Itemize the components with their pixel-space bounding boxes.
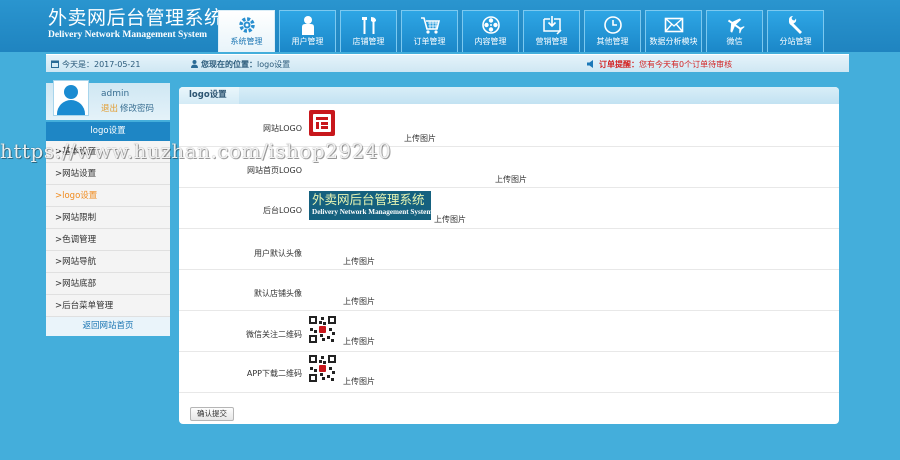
admin-logo-image: 外卖网后台管理系统 Delivery Network Management Sy…: [309, 191, 433, 220]
nav-marketing[interactable]: 营销管理: [523, 10, 580, 52]
upload-button[interactable]: 上传图片: [343, 376, 375, 387]
app-title-en: Delivery Network Management System: [48, 30, 208, 40]
nav-shops[interactable]: 店铺管理: [340, 10, 397, 52]
form-row-user-avatar: 用户默认头像 上传图片: [179, 229, 839, 270]
form-row-home-logo: 网站首页LOGO 上传图片: [179, 147, 839, 188]
field-label: 默认店铺头像: [254, 289, 302, 298]
panel-title: logo设置: [179, 87, 239, 104]
user-icon: [280, 11, 335, 36]
envelope-icon: [646, 11, 701, 36]
gear-icon: [219, 11, 274, 36]
nav-label: 数据分析模块: [649, 37, 698, 46]
field-label: 微信关注二维码: [246, 330, 302, 339]
download-box-icon: [524, 11, 579, 36]
sidebar-item-color-theme[interactable]: >色调管理: [46, 229, 170, 251]
nav-substations[interactable]: 分站管理: [767, 10, 824, 52]
field-label: 网站首页LOGO: [247, 166, 302, 175]
home-logo-image: [309, 151, 489, 171]
nav-users[interactable]: 用户管理: [279, 10, 336, 52]
logout-link[interactable]: 退出: [101, 104, 118, 114]
sidebar: admin 退出 修改密码 logo设置 >基本设置 >网站设置 >logo设置 …: [46, 80, 170, 343]
site-logo-image: [309, 110, 335, 136]
nav-orders[interactable]: 订单管理: [401, 10, 458, 52]
speaker-icon: [587, 60, 596, 70]
logo-settings-panel: logo设置 网站LOGO 上传图片 网站首页LOGO 上传图片 后台LOGO …: [179, 87, 839, 424]
info-bar: 今天是：2017-05-21 您现在的位置：logo设置 订单提醒：您有今天有0…: [46, 54, 849, 72]
breadcrumb-prefix: 您现在的位置：: [201, 60, 257, 69]
nav-analytics[interactable]: 数据分析模块: [645, 10, 702, 52]
tools-icon: [341, 11, 396, 36]
form-row-shop-avatar: 默认店铺头像 上传图片: [179, 270, 839, 311]
clock-icon: [585, 11, 640, 36]
submit-button[interactable]: 确认提交: [190, 407, 234, 421]
nav-label: 系统管理: [230, 37, 263, 46]
cart-icon: [402, 11, 457, 36]
notice-text: 您有今天有0个订单待审核: [639, 60, 733, 69]
sidebar-item-logo-settings[interactable]: >logo设置: [46, 185, 170, 207]
user-icon: [191, 60, 198, 70]
user-links: 退出 修改密码: [101, 102, 154, 114]
date-text: 今天是：2017-05-21: [62, 60, 141, 69]
airplane-icon: [707, 11, 762, 36]
nav-label: 用户管理: [291, 37, 324, 46]
form-row-site-logo: 网站LOGO 上传图片: [179, 104, 839, 147]
nav-system[interactable]: 系统管理: [218, 10, 275, 52]
upload-button[interactable]: 上传图片: [404, 133, 436, 144]
upload-button[interactable]: 上传图片: [495, 174, 527, 185]
admin-logo-text-cn: 外卖网后台管理系统: [312, 192, 425, 207]
nav-label: 店铺管理: [352, 37, 385, 46]
app-logo[interactable]: 外卖网后台管理系统 Delivery Network Management Sy…: [48, 7, 224, 41]
breadcrumb: 您现在的位置：logo设置: [191, 59, 290, 70]
user-panel: admin 退出 修改密码: [46, 80, 170, 120]
notice-prefix: 订单提醒：: [599, 60, 639, 69]
date-display: 今天是：2017-05-21: [51, 59, 141, 70]
upload-button[interactable]: 上传图片: [343, 336, 375, 347]
field-label: 网站LOGO: [263, 124, 302, 133]
sidebar-section-title: logo设置: [46, 122, 170, 141]
nav-other[interactable]: 其他管理: [584, 10, 641, 52]
breadcrumb-current[interactable]: logo设置: [257, 60, 290, 69]
sidebar-item-basic-settings[interactable]: >基本设置: [46, 141, 170, 163]
field-label: 后台LOGO: [263, 206, 302, 215]
sidebar-item-site-nav[interactable]: >网站导航: [46, 251, 170, 273]
nav-label: 内容管理: [474, 37, 507, 46]
wechat-qr-image: [309, 316, 336, 343]
sidebar-item-site-settings[interactable]: >网站设置: [46, 163, 170, 185]
app-qr-image: [309, 355, 336, 382]
field-label: APP下载二维码: [246, 369, 302, 378]
nav-label: 营销管理: [535, 37, 568, 46]
nav-label: 微信: [726, 37, 743, 46]
calendar-icon: [51, 60, 59, 70]
field-label: 用户默认头像: [254, 249, 302, 258]
upload-button[interactable]: 上传图片: [343, 296, 375, 307]
sidebar-item-admin-menu[interactable]: >后台菜单管理: [46, 295, 170, 317]
wrench-icon: [768, 11, 823, 36]
upload-button[interactable]: 上传图片: [434, 214, 466, 225]
nav-wechat[interactable]: 微信: [706, 10, 763, 52]
nav-label: 分站管理: [779, 37, 812, 46]
order-notice[interactable]: 订单提醒：您有今天有0个订单待审核: [587, 59, 732, 70]
admin-logo-text-en: Delivery Network Management System: [312, 208, 433, 216]
nav-content[interactable]: 内容管理: [462, 10, 519, 52]
sidebar-item-site-limits[interactable]: >网站限制: [46, 207, 170, 229]
form-row-admin-logo: 后台LOGO 外卖网后台管理系统 Delivery Network Manage…: [179, 188, 839, 229]
panel-header: logo设置: [179, 87, 839, 104]
form-row-app-qr: APP下载二维码 上传图片: [179, 352, 839, 393]
form-row-wechat-qr: 微信关注二维码 上传图片: [179, 311, 839, 352]
change-password-link[interactable]: 修改密码: [120, 104, 154, 114]
nav-label: 其他管理: [596, 37, 629, 46]
app-title-cn: 外卖网后台管理系统: [48, 7, 224, 29]
avatar: [53, 80, 89, 116]
sidebar-item-site-footer[interactable]: >网站底部: [46, 273, 170, 295]
sidebar-menu: >基本设置 >网站设置 >logo设置 >网站限制 >色调管理 >网站导航 >网…: [46, 141, 170, 317]
upload-button[interactable]: 上传图片: [343, 256, 375, 267]
top-header: 外卖网后台管理系统 Delivery Network Management Sy…: [0, 0, 900, 52]
back-to-home-link[interactable]: 返回网站首页: [46, 317, 170, 336]
username: admin: [101, 89, 130, 99]
film-reel-icon: [463, 11, 518, 36]
nav-label: 订单管理: [413, 37, 446, 46]
